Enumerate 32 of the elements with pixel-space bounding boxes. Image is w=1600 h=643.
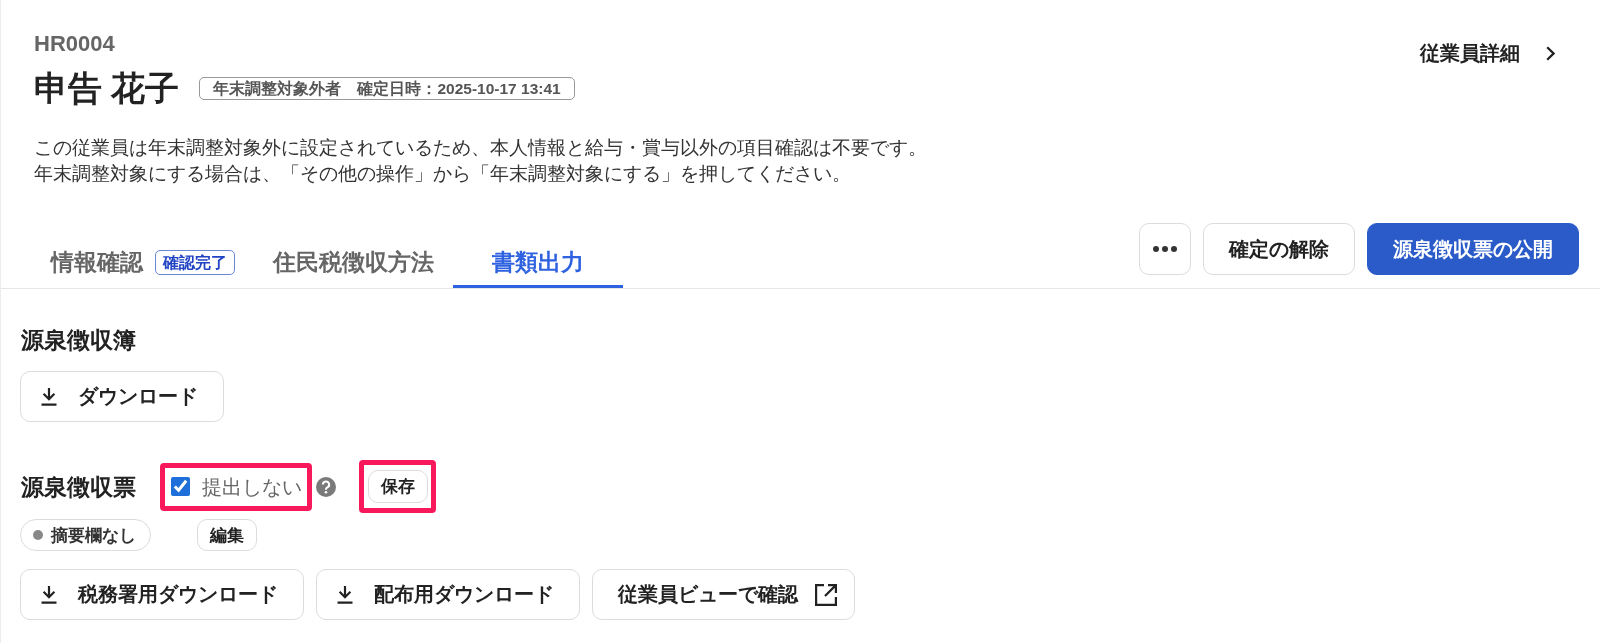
status-badge: 年末調整対象外者 確定日時：2025-10-17 13:41 [199, 76, 575, 100]
download-icon [40, 387, 58, 406]
download-icon [336, 585, 354, 604]
section-title: 源泉徴収票 [21, 472, 136, 502]
chevron-right-icon [1546, 45, 1555, 61]
employee-name: 申告 花子 [34, 68, 180, 108]
unconfirm-button[interactable]: 確定の解除 [1203, 223, 1355, 275]
section-title: 源泉徴収簿 [21, 326, 136, 355]
help-icon[interactable] [316, 476, 336, 497]
tab[interactable]: 住民税徴収方法 [254, 239, 453, 288]
status-badge: 確認完了 [155, 249, 235, 275]
employee-id: HR0004 [34, 34, 115, 54]
checkbox[interactable] [171, 477, 190, 496]
edit-button[interactable]: 編集 [197, 519, 257, 551]
employee-detail-link[interactable]: 従業員詳細 [1420, 41, 1555, 65]
checkbox-label[interactable]: 提出しない [202, 474, 302, 499]
more-icon [1153, 246, 1177, 252]
tag-text: 摘要欄なし [51, 524, 136, 547]
save-button[interactable]: 保存 [368, 470, 428, 503]
notice-text: 年末調整対象にする場合は、「その他の操作」から「年末調整対象にする」を押してください。 [34, 162, 851, 186]
download-button[interactable]: 税務署用ダウンロード [20, 569, 304, 620]
notice-text: この従業員は年末調整対象外に設定されているため、本人情報と給与・賞与以外の項目確認は不要です。 [34, 136, 927, 160]
external-link-icon [814, 582, 838, 607]
tab[interactable]: 情報確認 確認完了 [32, 239, 254, 288]
employee-view-button[interactable]: 従業員ビューで確認 [592, 569, 855, 620]
download-button[interactable]: 配布用ダウンロード [316, 569, 580, 620]
status-dot-icon [33, 530, 43, 540]
download-button[interactable]: ダウンロード [20, 371, 224, 422]
publish-button[interactable]: 源泉徴収票の公開 [1367, 223, 1579, 275]
tab[interactable]: 書類出力 [453, 239, 623, 288]
download-icon [40, 585, 58, 604]
more-button[interactable] [1139, 223, 1191, 275]
